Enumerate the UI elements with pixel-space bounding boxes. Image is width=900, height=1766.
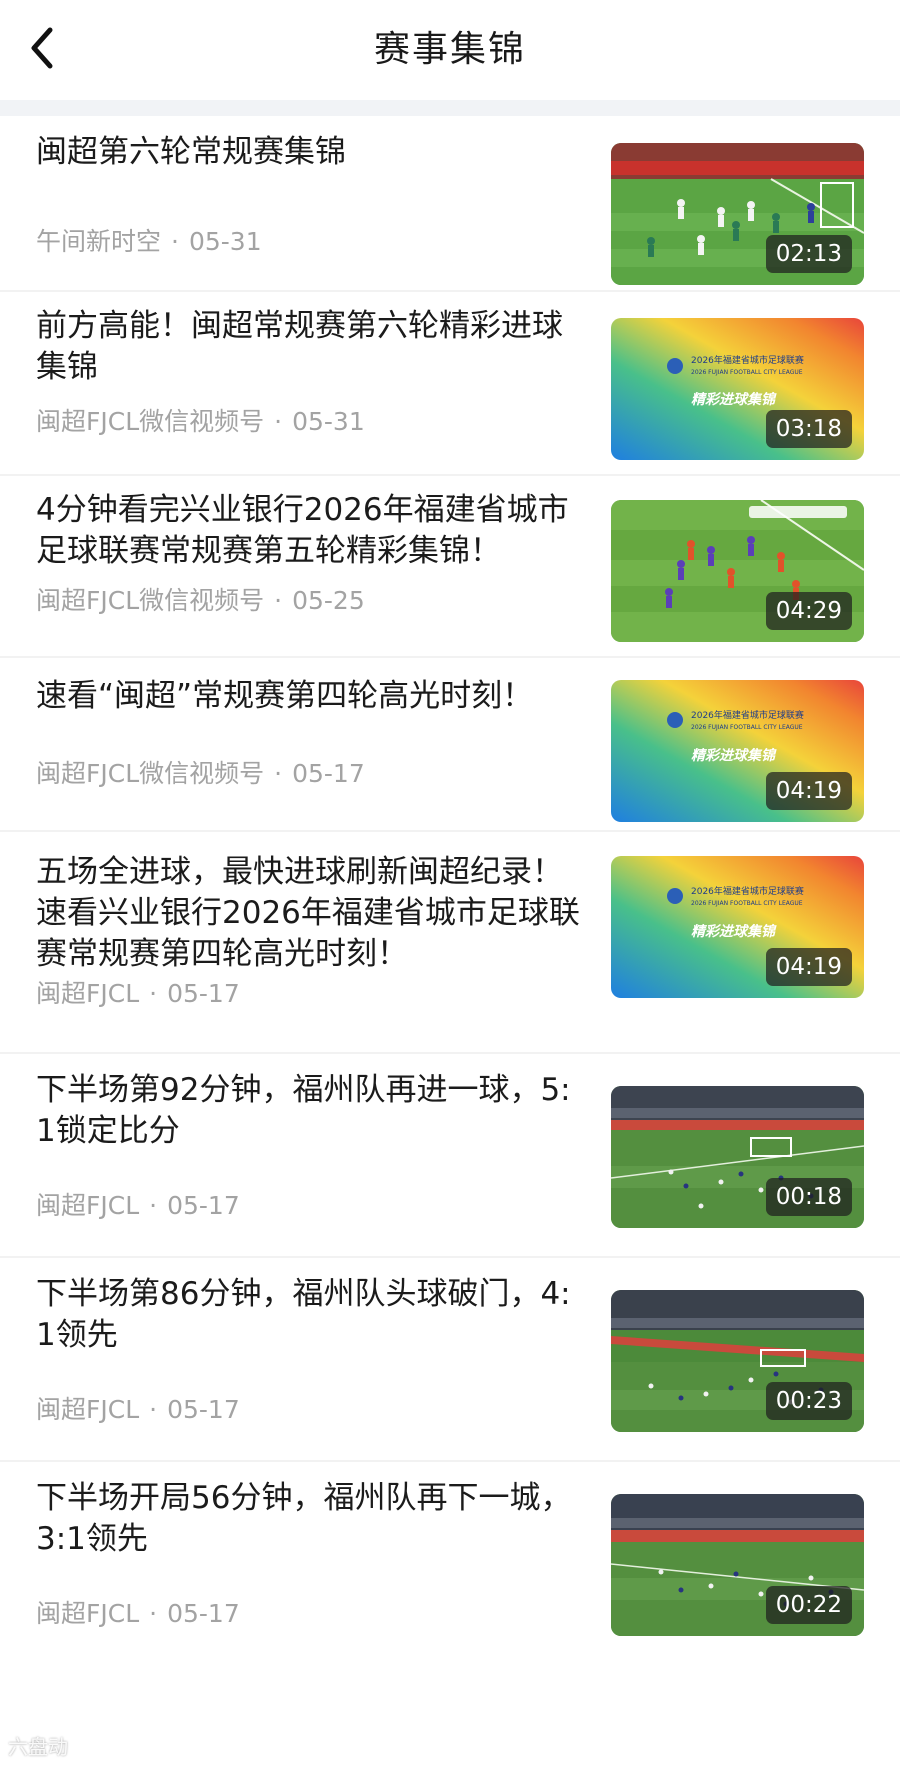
- item-date: 05-17: [167, 979, 240, 1008]
- poster-heading: 2026年福建省城市足球联赛: [691, 354, 804, 366]
- video-duration: 00:18: [765, 1178, 852, 1216]
- list-item[interactable]: 五场全进球，最快进球刷新闽超纪录！速看兴业银行2026年福建省城市足球联赛常规赛…: [0, 832, 900, 1054]
- item-meta: 闽超FJCL · 05-17: [36, 979, 240, 1008]
- item-source: 闽超FJCL微信视频号: [36, 586, 265, 615]
- item-meta: 闽超FJCL · 05-17: [36, 1599, 240, 1628]
- item-source: 闽超FJCL微信视频号: [36, 759, 265, 788]
- item-meta: 闽超FJCL微信视频号 · 05-25: [36, 586, 365, 615]
- video-thumbnail[interactable]: 2026年福建省城市足球联赛 2026 FUJIAN FOOTBALL CITY…: [611, 856, 864, 998]
- video-thumbnail[interactable]: 02:13: [611, 143, 864, 285]
- watermark: 六盘动: [8, 1731, 68, 1760]
- video-duration: 00:23: [765, 1382, 852, 1420]
- item-source: 闽超FJCL: [36, 1395, 140, 1424]
- video-duration: 03:18: [765, 410, 852, 448]
- video-thumbnail[interactable]: 00:23: [611, 1290, 864, 1432]
- poster-subheading: 2026 FUJIAN FOOTBALL CITY LEAGUE: [691, 369, 803, 376]
- video-duration: 00:22: [765, 1586, 852, 1624]
- poster-slogan: 精彩进球集锦: [691, 747, 777, 764]
- item-title: 前方高能！闽超常规赛第六轮精彩进球集锦: [36, 308, 563, 385]
- poster-subheading: 2026 FUJIAN FOOTBALL CITY LEAGUE: [691, 900, 803, 907]
- watermark-text: 六盘动: [8, 1735, 68, 1759]
- list-item[interactable]: 闽超第六轮常规赛集锦 午间新时空 · 05-31 02:13: [0, 116, 900, 292]
- item-title: 闽超第六轮常规赛集锦: [36, 134, 346, 170]
- item-source: 闽超FJCL: [36, 979, 140, 1008]
- poster-heading: 2026年福建省城市足球联赛: [691, 885, 804, 897]
- item-meta: 闽超FJCL微信视频号 · 05-17: [36, 759, 365, 788]
- item-title: 下半场开局56分钟，福州队再下一城，3:1领先: [36, 1480, 572, 1557]
- top-bar: 赛事集锦: [0, 0, 900, 100]
- list-item[interactable]: 下半场第86分钟，福州队头球破门，4:1领先 闽超FJCL·05-17 00: [0, 1258, 900, 1462]
- item-date: 05-17: [167, 1395, 240, 1424]
- item-title: 下半场第86分钟，福州队头球破门，4:1领先: [36, 1276, 571, 1353]
- item-source: 闽超FJCL微信视频号: [36, 407, 265, 436]
- page-title: 赛事集锦: [373, 29, 526, 70]
- item-date: 05-31: [292, 407, 365, 436]
- item-title: 速看“闽超”常规赛第四轮高光时刻！: [36, 678, 534, 714]
- poster-subheading: 2026 FUJIAN FOOTBALL CITY LEAGUE: [691, 724, 803, 731]
- item-date: 05-17: [292, 759, 365, 788]
- video-thumbnail[interactable]: 2026年福建省城市足球联赛 2026 FUJIAN FOOTBALL CITY…: [611, 318, 864, 460]
- item-title: 4分钟看完兴业银行2026年福建省城市足球联赛常规赛第五轮精彩集锦！: [36, 492, 569, 569]
- item-meta: 午间新时空 · 05-31: [36, 227, 262, 256]
- item-source: 闽超FJCL: [36, 1599, 140, 1628]
- item-date: 05-31: [188, 227, 262, 256]
- item-source: 午间新时空: [36, 227, 162, 256]
- section-gap: [0, 100, 900, 116]
- item-meta: 闽超FJCL微信视频号 · 05-31: [36, 407, 365, 436]
- video-duration: 04:29: [765, 592, 852, 630]
- item-date: 05-17: [167, 1599, 240, 1628]
- item-title: 下半场第92分钟，福州队再进一球，5:1锁定比分: [36, 1072, 571, 1149]
- item-date: 05-17: [167, 1191, 240, 1220]
- item-meta: 闽超FJCL · 05-17: [36, 1395, 240, 1424]
- video-thumbnail[interactable]: 04:29: [611, 500, 864, 642]
- poster-slogan: 精彩进球集锦: [691, 391, 777, 408]
- video-duration: 02:13: [765, 235, 852, 273]
- video-thumbnail[interactable]: 00:22: [611, 1494, 864, 1636]
- video-thumbnail[interactable]: 2026年福建省城市足球联赛 2026 FUJIAN FOOTBALL CITY…: [611, 680, 864, 822]
- poster-heading: 2026年福建省城市足球联赛: [691, 709, 804, 721]
- poster-slogan: 精彩进球集锦: [691, 923, 777, 940]
- list-item[interactable]: 前方高能！闽超常规赛第六轮精彩进球集锦 闽超FJCL微信视频号 · 05-31 20…: [0, 292, 900, 476]
- list-item[interactable]: 速看“闽超”常规赛第四轮高光时刻！ 闽超FJCL微信视频号 · 05-17 2026…: [0, 658, 900, 832]
- video-duration: 04:19: [765, 772, 852, 810]
- item-date: 05-25: [292, 586, 365, 615]
- list-item[interactable]: 下半场开局56分钟，福州队再下一城，3:1领先 闽超FJCL·05-17 0: [0, 1462, 900, 1766]
- item-source: 闽超FJCL: [36, 1191, 140, 1220]
- list-item[interactable]: 下半场第92分钟，福州队再进一球，5:1锁定比分 闽超FJCL·05-17: [0, 1054, 900, 1258]
- list-item[interactable]: 4分钟看完兴业银行2026年福建省城市足球联赛常规赛第五轮精彩集锦！ 闽超FJC…: [0, 476, 900, 658]
- item-title: 五场全进球，最快进球刷新闽超纪录！速看兴业银行2026年福建省城市足球联赛常规赛…: [36, 854, 580, 972]
- item-meta: 闽超FJCL · 05-17: [36, 1191, 240, 1220]
- video-thumbnail[interactable]: 00:18: [611, 1086, 864, 1228]
- video-duration: 04:19: [765, 948, 852, 986]
